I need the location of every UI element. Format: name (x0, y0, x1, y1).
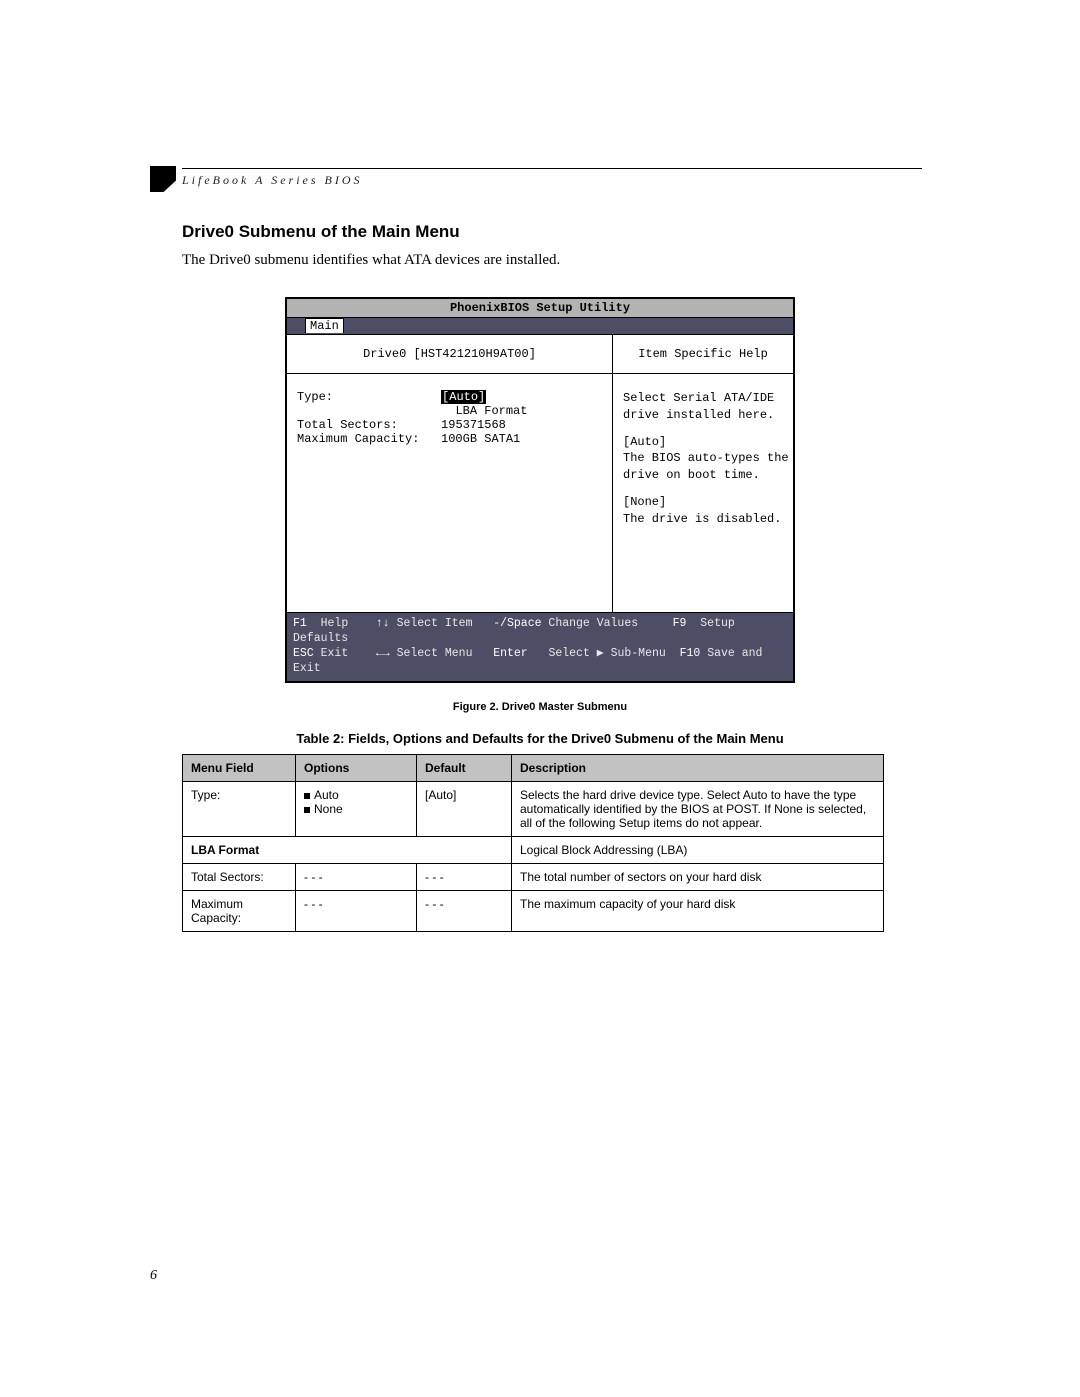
table-row: LBA Format Logical Block Addressing (LBA… (183, 836, 884, 863)
opt-none: None (314, 802, 343, 816)
bios-type-label: Type: (297, 390, 333, 404)
table-row: Total Sectors: - - - - - - The total num… (183, 863, 884, 890)
cell-default: - - - (417, 890, 512, 931)
key-arrows-h: ←→ (376, 647, 390, 660)
bios-footer: F1 Help ↑↓ Select Item -/Space Change Va… (287, 613, 793, 681)
table-row: Maximum Capacity: - - - - - - The maximu… (183, 890, 884, 931)
bios-cap-value: 100GB SATA1 (441, 432, 520, 446)
bios-title: PhoenixBIOS Setup Utility (287, 299, 793, 318)
cell-default: [Auto] (417, 781, 512, 836)
bios-fields: Type: [Auto] LBA Format Total Sectors: 1… (287, 374, 613, 612)
label-select-menu: Select Menu (397, 647, 473, 660)
bios-help-p1: Select Serial ATA/IDE drive installed he… (623, 390, 783, 424)
key-f9: F9 (673, 617, 687, 630)
key-f1: F1 (293, 617, 307, 630)
opt-auto: Auto (314, 788, 339, 802)
cell-field: Type: (183, 781, 296, 836)
bios-type-value: [Auto] (441, 390, 486, 404)
running-head: LifeBook A Series BIOS (182, 173, 930, 188)
key-arrows-v: ↑↓ (376, 617, 390, 630)
lba-format-label: LBA Format (191, 843, 259, 857)
label-exit: Exit (321, 647, 349, 660)
bios-header: Drive0 [HST421210H9AT00] Item Specific H… (287, 335, 793, 374)
key-enter: Enter (493, 647, 528, 660)
header-rule (182, 168, 922, 169)
th-options: Options (296, 754, 417, 781)
bios-tab-main: Main (305, 318, 344, 333)
header-tab-decoration (150, 166, 176, 192)
bios-screenshot: PhoenixBIOS Setup Utility Main Drive0 [H… (285, 297, 795, 683)
bios-tab-row: Main (287, 318, 793, 335)
bios-header-left: Drive0 [HST421210H9AT00] (287, 335, 613, 373)
cell-options: - - - (296, 890, 417, 931)
th-menu-field: Menu Field (183, 754, 296, 781)
page-content: LifeBook A Series BIOS Drive0 Submenu of… (150, 168, 930, 932)
cell-default: - - - (417, 863, 512, 890)
label-select-item: Select Item (397, 617, 473, 630)
cell-options: - - - (296, 863, 417, 890)
bios-body: Type: [Auto] LBA Format Total Sectors: 1… (287, 374, 793, 613)
cell-field-bold: LBA Format (183, 836, 512, 863)
bios-cap-label: Maximum Capacity: (297, 432, 419, 446)
bullet-icon (304, 807, 310, 813)
figure-caption: Figure 2. Drive0 Master Submenu (150, 701, 930, 713)
cell-desc: Logical Block Addressing (LBA) (512, 836, 884, 863)
bullet-icon (304, 793, 310, 799)
label-submenu: Select ▶ Sub-Menu (548, 647, 665, 660)
th-default: Default (417, 754, 512, 781)
section-heading: Drive0 Submenu of the Main Menu (182, 222, 930, 242)
cell-field: Maximum Capacity: (183, 890, 296, 931)
bios-sectors-value: 195371568 (441, 418, 506, 432)
cell-options: Auto None (296, 781, 417, 836)
bios-help-p2: [Auto] The BIOS auto-types the drive on … (623, 434, 783, 484)
key-esc: ESC (293, 647, 314, 660)
cell-field: Total Sectors: (183, 863, 296, 890)
fields-table: Menu Field Options Default Description T… (182, 754, 884, 932)
key-f10: F10 (680, 647, 701, 660)
bios-header-right: Item Specific Help (613, 335, 793, 373)
bios-lba: LBA Format (455, 404, 527, 418)
bios-help: Select Serial ATA/IDE drive installed he… (613, 374, 793, 612)
table-header-row: Menu Field Options Default Description (183, 754, 884, 781)
bios-sectors-label: Total Sectors: (297, 418, 398, 432)
label-change-values: Change Values (548, 617, 638, 630)
page-number: 6 (150, 1268, 157, 1284)
key-pm: -/Space (493, 617, 541, 630)
cell-desc: The maximum capacity of your hard disk (512, 890, 884, 931)
table-title: Table 2: Fields, Options and Defaults fo… (182, 731, 898, 746)
th-description: Description (512, 754, 884, 781)
intro-paragraph: The Drive0 submenu identifies what ATA d… (182, 252, 930, 269)
cell-desc: Selects the hard drive device type. Sele… (512, 781, 884, 836)
table-row: Type: Auto None [Auto] Selects the hard … (183, 781, 884, 836)
cell-desc: The total number of sectors on your hard… (512, 863, 884, 890)
bios-help-p3: [None] The drive is disabled. (623, 494, 783, 528)
label-help: Help (321, 617, 349, 630)
